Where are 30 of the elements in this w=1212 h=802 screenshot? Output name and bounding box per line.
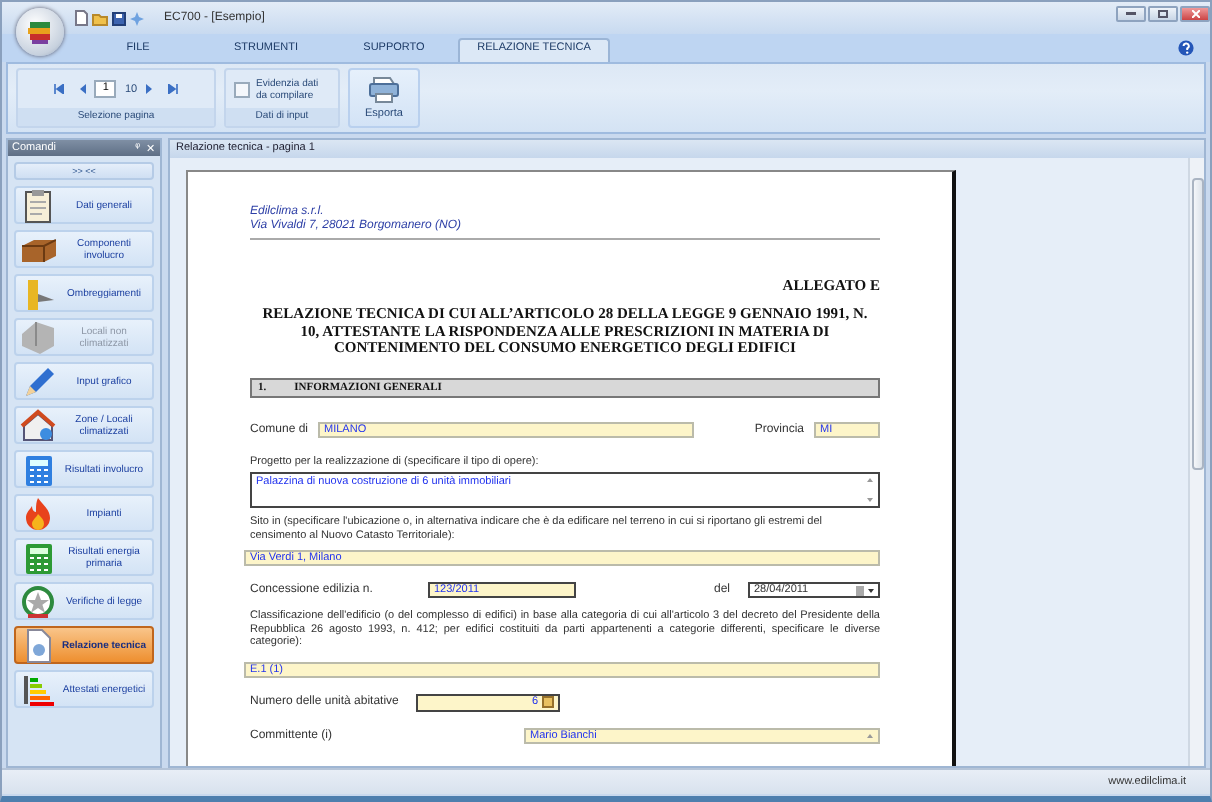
last-page-icon[interactable] <box>167 84 178 94</box>
scrollbar[interactable] <box>1188 158 1204 766</box>
building-icon <box>20 319 56 355</box>
restore-icon <box>1158 10 1168 18</box>
calendar-dropdown-icon <box>856 585 874 595</box>
help-icon[interactable] <box>1178 40 1194 56</box>
new-file-icon[interactable] <box>74 10 88 26</box>
stacked-books-icon <box>26 18 54 46</box>
minimize-icon <box>1126 12 1136 16</box>
close-button[interactable] <box>1180 6 1210 22</box>
checkbox[interactable] <box>234 81 250 97</box>
minimize-button[interactable] <box>1116 6 1146 22</box>
flame-icon <box>20 495 56 531</box>
app-logo-icon[interactable] <box>16 8 64 56</box>
maximize-button[interactable] <box>1148 6 1178 22</box>
scroll-up-icon[interactable] <box>866 732 874 740</box>
lock-icon <box>542 696 554 708</box>
close-icon <box>1191 10 1199 18</box>
emblem-icon <box>20 583 56 619</box>
pencil-icon <box>20 363 56 399</box>
next-page-icon[interactable] <box>145 84 154 94</box>
printer-icon <box>368 76 400 104</box>
energy-label-icon <box>20 671 56 707</box>
previous-page-icon[interactable] <box>78 84 87 94</box>
clipboard-icon <box>20 187 56 223</box>
calculator-icon <box>20 539 56 575</box>
calculator-icon <box>20 451 56 487</box>
first-page-icon[interactable] <box>54 84 65 94</box>
save-icon[interactable] <box>112 11 126 25</box>
house-icon <box>20 407 56 443</box>
